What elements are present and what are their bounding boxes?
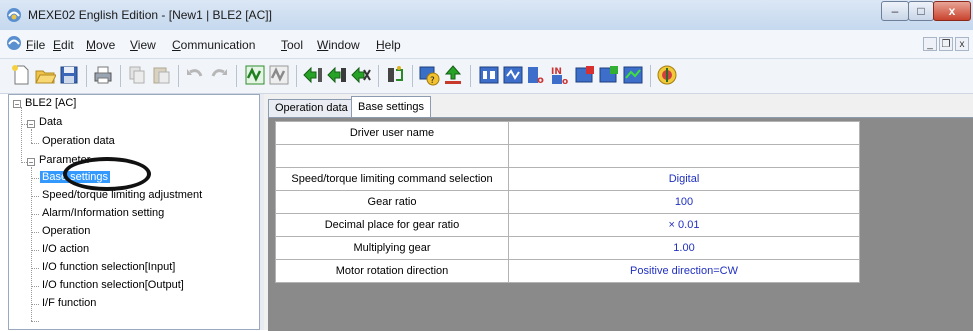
mdi-minimize-button[interactable]: _ <box>923 37 937 51</box>
setting-label: Motor rotation direction <box>275 259 509 283</box>
mdi-restore-button[interactable]: ❐ <box>939 37 953 51</box>
toolbar: ? o IN o <box>0 59 973 94</box>
tree-item-speed-torque-limiting[interactable]: Speed/torque limiting adjustment <box>42 189 202 201</box>
app-icon[interactable] <box>6 7 22 23</box>
read-from-driver-icon[interactable] <box>302 64 324 86</box>
io-monitor-icon[interactable] <box>478 64 500 86</box>
table-row[interactable]: Multiplying gear 1.00 <box>275 236 860 260</box>
menu-window[interactable]: Window <box>317 38 360 52</box>
warning-monitor-icon[interactable] <box>598 64 620 86</box>
mdi-close-button[interactable]: x <box>955 37 969 51</box>
undo-icon[interactable] <box>184 64 206 86</box>
tree-item-operation-data[interactable]: Operation data <box>42 135 115 147</box>
teaching-icon[interactable] <box>384 64 406 86</box>
svg-text:o: o <box>537 75 544 86</box>
download-icon[interactable] <box>442 64 464 86</box>
tab-base-settings[interactable]: Base settings <box>351 96 432 118</box>
close-button[interactable]: x <box>933 1 971 21</box>
svg-text:o: o <box>562 77 568 86</box>
setting-value[interactable] <box>508 121 860 145</box>
document-icon[interactable] <box>6 35 22 51</box>
menu-view[interactable]: View <box>130 38 156 52</box>
setting-label: Decimal place for gear ratio <box>275 213 509 237</box>
input-test-icon[interactable]: IN o <box>550 64 572 86</box>
setting-label: Gear ratio <box>275 190 509 214</box>
save-icon[interactable] <box>58 64 80 86</box>
svg-text:?: ? <box>430 76 435 86</box>
print-icon[interactable] <box>92 64 114 86</box>
waveform-monitor-icon[interactable] <box>502 64 524 86</box>
tree-item-operation[interactable]: Operation <box>42 225 90 237</box>
tree-item-if-function[interactable]: I/F function <box>42 297 96 309</box>
root-collapse-toggle[interactable]: − <box>13 100 21 109</box>
title-bar: MEXE02 English Edition - [New1 | BLE2 [A… <box>0 0 973 31</box>
tree-item-base-settings[interactable]: Base settings <box>40 171 111 183</box>
write-to-driver-icon[interactable] <box>326 64 348 86</box>
new-icon[interactable] <box>10 64 32 86</box>
wave-compare-icon[interactable] <box>268 64 290 86</box>
setting-label: Driver user name <box>275 121 509 145</box>
setting-value[interactable]: Digital <box>508 167 860 191</box>
redo-icon[interactable] <box>208 64 230 86</box>
tree-group-parameter[interactable]: Parameter <box>39 154 90 166</box>
table-row[interactable] <box>275 144 860 168</box>
setting-label: Speed/torque limiting command selection <box>275 167 509 191</box>
tree-item-io-function-input[interactable]: I/O function selection[Input] <box>42 261 175 273</box>
menu-file[interactable]: File <box>26 38 45 52</box>
tree-item-io-function-output[interactable]: I/O function selection[Output] <box>42 279 184 291</box>
open-folder-icon[interactable] <box>34 64 56 86</box>
tab-content: Driver user name Speed/torque limiting c… <box>268 117 973 331</box>
table-row[interactable]: Driver user name <box>275 121 860 145</box>
setting-value[interactable]: 100 <box>508 190 860 214</box>
settings-panel: Operation data Base settings Driver user… <box>264 94 973 331</box>
io-test-icon[interactable]: o <box>526 64 548 86</box>
menu-help[interactable]: Help <box>376 38 401 52</box>
menu-move[interactable]: Move <box>86 38 115 52</box>
setting-label: Multiplying gear <box>275 236 509 260</box>
alarm-monitor-icon[interactable] <box>574 64 596 86</box>
menu-bar: File Edit Move View Communication Tool W… <box>0 30 973 59</box>
paste-icon[interactable] <box>150 64 172 86</box>
table-row[interactable]: Gear ratio 100 <box>275 190 860 214</box>
data-collapse-toggle[interactable]: − <box>27 120 35 129</box>
minimize-button[interactable]: – <box>881 1 909 21</box>
table-row[interactable]: Decimal place for gear ratio × 0.01 <box>275 213 860 237</box>
tree-item-io-action[interactable]: I/O action <box>42 243 89 255</box>
setting-value[interactable]: × 0.01 <box>508 213 860 237</box>
menu-tool[interactable]: Tool <box>281 38 303 52</box>
setting-value[interactable]: 1.00 <box>508 236 860 260</box>
tree-item-alarm-information[interactable]: Alarm/Information setting <box>42 207 164 219</box>
menu-communication[interactable]: Communication <box>172 38 255 52</box>
verify-icon[interactable] <box>350 64 372 86</box>
menu-edit[interactable]: Edit <box>53 38 74 52</box>
setting-value[interactable]: Positive direction=CW <box>508 259 860 283</box>
maximize-button[interactable]: □ <box>908 1 934 21</box>
tab-operation-data[interactable]: Operation data <box>268 99 355 117</box>
test-operation-icon[interactable] <box>656 64 678 86</box>
wave-check-icon[interactable] <box>244 64 266 86</box>
graph-icon[interactable] <box>622 64 644 86</box>
copy-icon[interactable] <box>126 64 148 86</box>
window-title: MEXE02 English Edition - [New1 | BLE2 [A… <box>28 8 272 22</box>
tree-root[interactable]: BLE2 [AC] <box>25 97 76 109</box>
tree-view[interactable]: − BLE2 [AC] − Data Operation data − Para… <box>8 94 260 330</box>
table-row[interactable]: Motor rotation direction Positive direct… <box>275 259 860 283</box>
setting-value[interactable] <box>508 144 860 168</box>
setting-label <box>275 144 509 168</box>
table-row[interactable]: Speed/torque limiting command selection … <box>275 167 860 191</box>
tree-group-data[interactable]: Data <box>39 116 62 128</box>
monitor-icon[interactable]: ? <box>418 64 440 86</box>
parameter-collapse-toggle[interactable]: − <box>27 158 35 167</box>
settings-table: Driver user name Speed/torque limiting c… <box>275 121 860 283</box>
